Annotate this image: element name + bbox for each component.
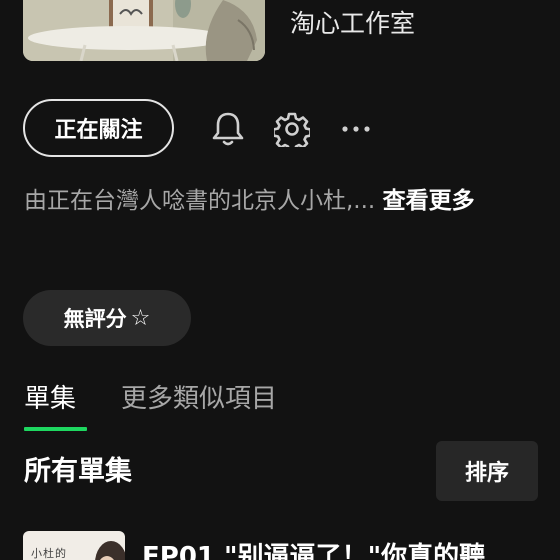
- active-tab-indicator: [24, 427, 87, 431]
- episode-title[interactable]: EP01 "别逼逼了！"你真的聽: [142, 536, 485, 560]
- gear-icon[interactable]: [270, 107, 314, 151]
- see-more-link[interactable]: 查看更多: [383, 188, 475, 214]
- more-options-icon[interactable]: [334, 107, 378, 151]
- star-outline-icon: ☆: [130, 305, 151, 331]
- sort-button[interactable]: 排序: [436, 441, 538, 501]
- follow-button[interactable]: 正在關注: [23, 99, 174, 157]
- publisher-name[interactable]: 淘心工作室: [290, 4, 415, 40]
- thumbnail-illustration: [95, 541, 125, 560]
- tab-more-like-this[interactable]: 更多類似項目: [121, 378, 277, 420]
- episode-thumbnail[interactable]: 小杜的: [23, 531, 125, 560]
- cover-illustration: [23, 0, 265, 61]
- rating-label: 無評分: [63, 307, 127, 331]
- rating-button[interactable]: 無評分 ☆: [23, 290, 191, 346]
- podcast-cover-art: [23, 0, 265, 61]
- all-episodes-heading: 所有單集: [24, 456, 132, 487]
- bell-icon[interactable]: [206, 107, 250, 151]
- tab-episodes[interactable]: 單集: [24, 378, 76, 420]
- podcast-description: 由正在台灣人唸書的北京人小杜,... 查看更多: [24, 183, 534, 220]
- description-text: 由正在台灣人唸書的北京人小杜,...: [24, 188, 376, 214]
